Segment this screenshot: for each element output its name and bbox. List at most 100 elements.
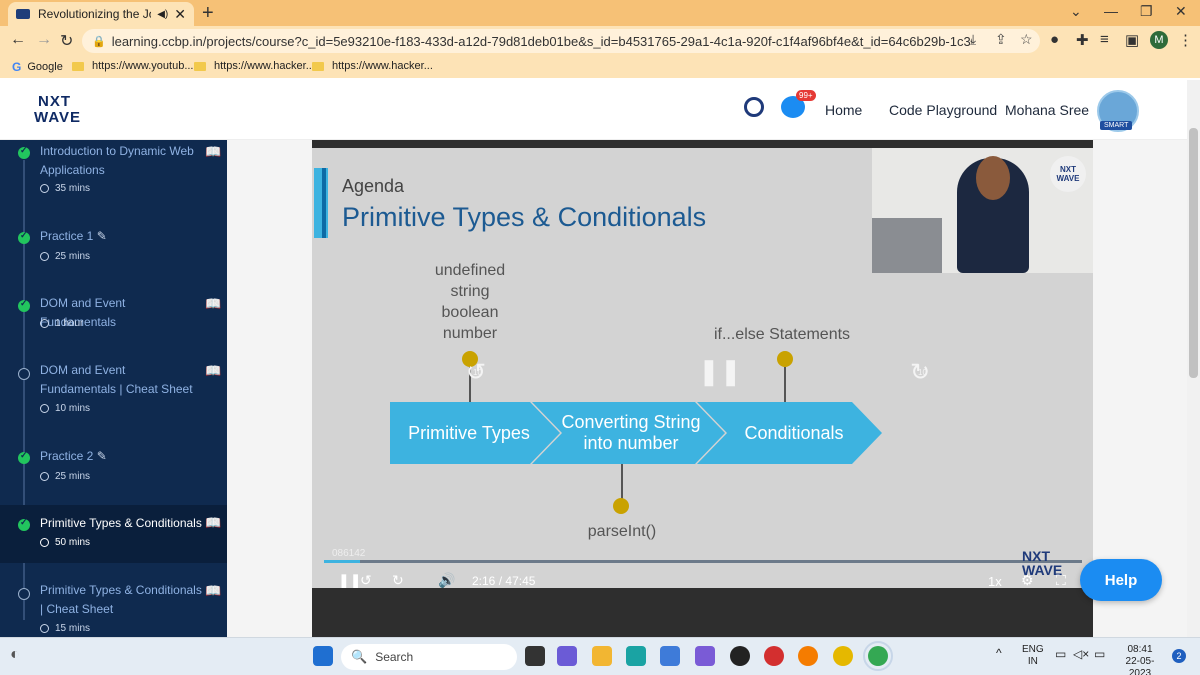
sidebar-item-intro-dynamic-web[interactable]: Introduction to Dynamic Web Applications… — [0, 140, 227, 206]
share-icon[interactable]: ⇪ — [995, 31, 1007, 48]
tab-search-icon[interactable]: ⌄ — [1070, 3, 1082, 20]
chrome-active-icon[interactable] — [863, 641, 893, 671]
rewind-button[interactable]: ↺ — [360, 572, 372, 588]
page-scrollbar[interactable] — [1187, 80, 1200, 637]
progress-bar[interactable] — [324, 560, 1082, 563]
network-icon[interactable]: ▭ — [1055, 648, 1066, 660]
user-name[interactable]: Mohana Sree — [1005, 102, 1089, 118]
bookmark-youtube[interactable]: https://www.youtub... — [72, 60, 194, 72]
fullscreen-icon[interactable]: ⛶ — [1056, 572, 1066, 588]
taskbar-search[interactable]: 🔍 Search — [341, 644, 517, 670]
stopwatch-icon[interactable] — [744, 97, 764, 117]
parseint-label: parseInt() — [587, 523, 657, 540]
sidebar-item-primitive-types-cheatsheet[interactable]: Primitive Types & Conditionals | Cheat S… — [0, 581, 227, 637]
file-explorer-icon[interactable] — [592, 646, 612, 666]
sidebar-item-duration: 50 mins — [40, 537, 90, 548]
forward-10-overlay-icon[interactable]: ↻ 10 — [910, 358, 930, 387]
rewind-overlay-label: 10 — [473, 368, 482, 377]
extensions-puzzle-icon[interactable]: ✚ — [1076, 31, 1089, 49]
tab-audio-icon[interactable]: ◀) — [157, 9, 168, 20]
nxtwave-mini-logo: NXT WAVE — [1050, 156, 1086, 192]
type-item: string — [450, 283, 490, 300]
browser-menu-icon[interactable]: ⋮ — [1178, 31, 1193, 49]
firefox-icon[interactable] — [798, 646, 818, 666]
pending-circle-icon — [18, 368, 30, 380]
reload-icon[interactable]: ↻ — [60, 31, 73, 51]
playback-speed-button[interactable]: 1x — [988, 574, 1002, 588]
forward-icon[interactable]: → — [36, 31, 52, 49]
sidebar-item-dom-event[interactable]: DOM and Event Fundamentals 1 hour 📖 — [0, 294, 227, 338]
sidebar-item-practice-1[interactable]: Practice 1 ✎ 25 mins — [0, 226, 227, 270]
download-icon[interactable]: ⤓ — [970, 31, 976, 48]
page-icon — [312, 61, 324, 71]
minimize-icon[interactable]: — — [1104, 3, 1118, 19]
side-panel-icon[interactable]: ▣ — [1125, 31, 1139, 49]
color-extension-icon[interactable]: ● — [1050, 31, 1059, 48]
language-indicator[interactable]: ENG IN — [1022, 644, 1044, 668]
sidebar-item-duration: 1 hour — [40, 318, 83, 329]
bookmark-star-icon[interactable]: ☆ — [1020, 31, 1033, 48]
opera-icon[interactable] — [764, 646, 784, 666]
time-display: 2:16 / 47:45 — [472, 574, 535, 588]
chrome-icon[interactable] — [833, 646, 853, 666]
rewind-10-overlay-icon[interactable]: ↺ 10 — [466, 358, 486, 387]
dell-icon[interactable] — [730, 646, 750, 666]
search-icon: 🔍 — [351, 649, 368, 664]
back-icon[interactable]: ← — [10, 31, 26, 49]
new-tab-button[interactable]: + — [202, 2, 214, 25]
sidebar-item-label: Practice 1 ✎ — [40, 227, 107, 246]
clock-date: 22-05-2023 — [1125, 656, 1155, 675]
sidebar-item-dom-event-cheatsheet[interactable]: DOM and Event Fundamentals | Cheat Sheet… — [0, 361, 227, 421]
lock-icon[interactable]: 🔒 — [92, 35, 106, 48]
clock-icon — [40, 319, 49, 328]
duration-text: 25 mins — [55, 471, 91, 482]
video-player[interactable]: Agenda Primitive Types & Conditionals NX… — [312, 140, 1093, 637]
help-button[interactable]: Help — [1080, 559, 1162, 601]
windows-start-icon[interactable] — [313, 646, 333, 666]
notification-badge: 99+ — [796, 90, 816, 101]
nav-home[interactable]: Home — [825, 102, 862, 118]
weather-widget-icon[interactable]: ◐ — [10, 646, 20, 664]
nxtwave-logo[interactable]: NXT WAVE — [34, 94, 104, 126]
completed-check-icon — [18, 230, 30, 244]
notification-count[interactable]: 2 — [1172, 649, 1186, 663]
video-frame[interactable]: Agenda Primitive Types & Conditionals NX… — [312, 148, 1093, 588]
sidebar-item-primitive-types[interactable]: Primitive Types & Conditionals 50 mins 📖 — [0, 505, 227, 563]
bookmark-hacker-1[interactable]: https://www.hacker... — [194, 60, 315, 72]
window-close-icon[interactable]: ✕ — [1175, 3, 1187, 20]
media-queue-icon[interactable]: ≡ — [1100, 31, 1109, 48]
pause-button[interactable]: ❚❚ — [338, 572, 361, 588]
forward-button[interactable]: ↻ — [392, 572, 404, 588]
url-input[interactable]: 🔒 learning.ccbp.in/projects/course?c_id=… — [82, 29, 1040, 53]
primitive-types-list: undefined string boolean number — [420, 260, 520, 344]
task-view-icon[interactable] — [525, 646, 545, 666]
bookmark-google[interactable]: G Google — [12, 60, 63, 74]
bookmark-hacker-2[interactable]: https://www.hacker... — [312, 60, 433, 72]
duration-text: 50 mins — [55, 537, 91, 548]
browser-profile-avatar[interactable]: M — [1150, 31, 1168, 49]
tray-chevron-icon[interactable]: ^ — [996, 647, 1002, 659]
type-item: undefined — [434, 262, 506, 279]
edge-browser-icon[interactable] — [626, 646, 646, 666]
pause-overlay-icon[interactable]: ❚❚ — [698, 356, 742, 387]
type-item: number — [442, 325, 498, 342]
mail-icon[interactable] — [660, 646, 680, 666]
browser-tab[interactable]: Revolutionizing the Job Mark ◀) ✕ — [8, 2, 194, 26]
scrollbar-thumb[interactable] — [1189, 128, 1198, 378]
sidebar-item-duration: 15 mins — [40, 623, 90, 634]
mute-icon[interactable]: ◁× — [1073, 648, 1089, 660]
sidebar-item-practice-2[interactable]: Practice 2 ✎ 25 mins — [0, 446, 227, 490]
slide-title: Primitive Types & Conditionals — [342, 202, 707, 232]
chat-app-icon[interactable] — [557, 646, 577, 666]
maximize-icon[interactable]: ❐ — [1140, 3, 1153, 20]
clock-display[interactable]: 08:41 22-05-2023 — [1115, 644, 1165, 675]
watermark-code: 086142 — [332, 548, 366, 559]
battery-icon[interactable]: ▭ — [1094, 648, 1105, 660]
flow-step-label: Converting String into number — [561, 412, 701, 453]
nav-code-playground[interactable]: Code Playground — [889, 102, 997, 118]
store-icon[interactable] — [695, 646, 715, 666]
reading-book-icon: 📖 — [205, 144, 222, 159]
tab-close-icon[interactable]: ✕ — [174, 6, 186, 23]
volume-button[interactable]: 🔊 — [438, 572, 455, 588]
sidebar-item-duration: 25 mins — [40, 251, 90, 262]
